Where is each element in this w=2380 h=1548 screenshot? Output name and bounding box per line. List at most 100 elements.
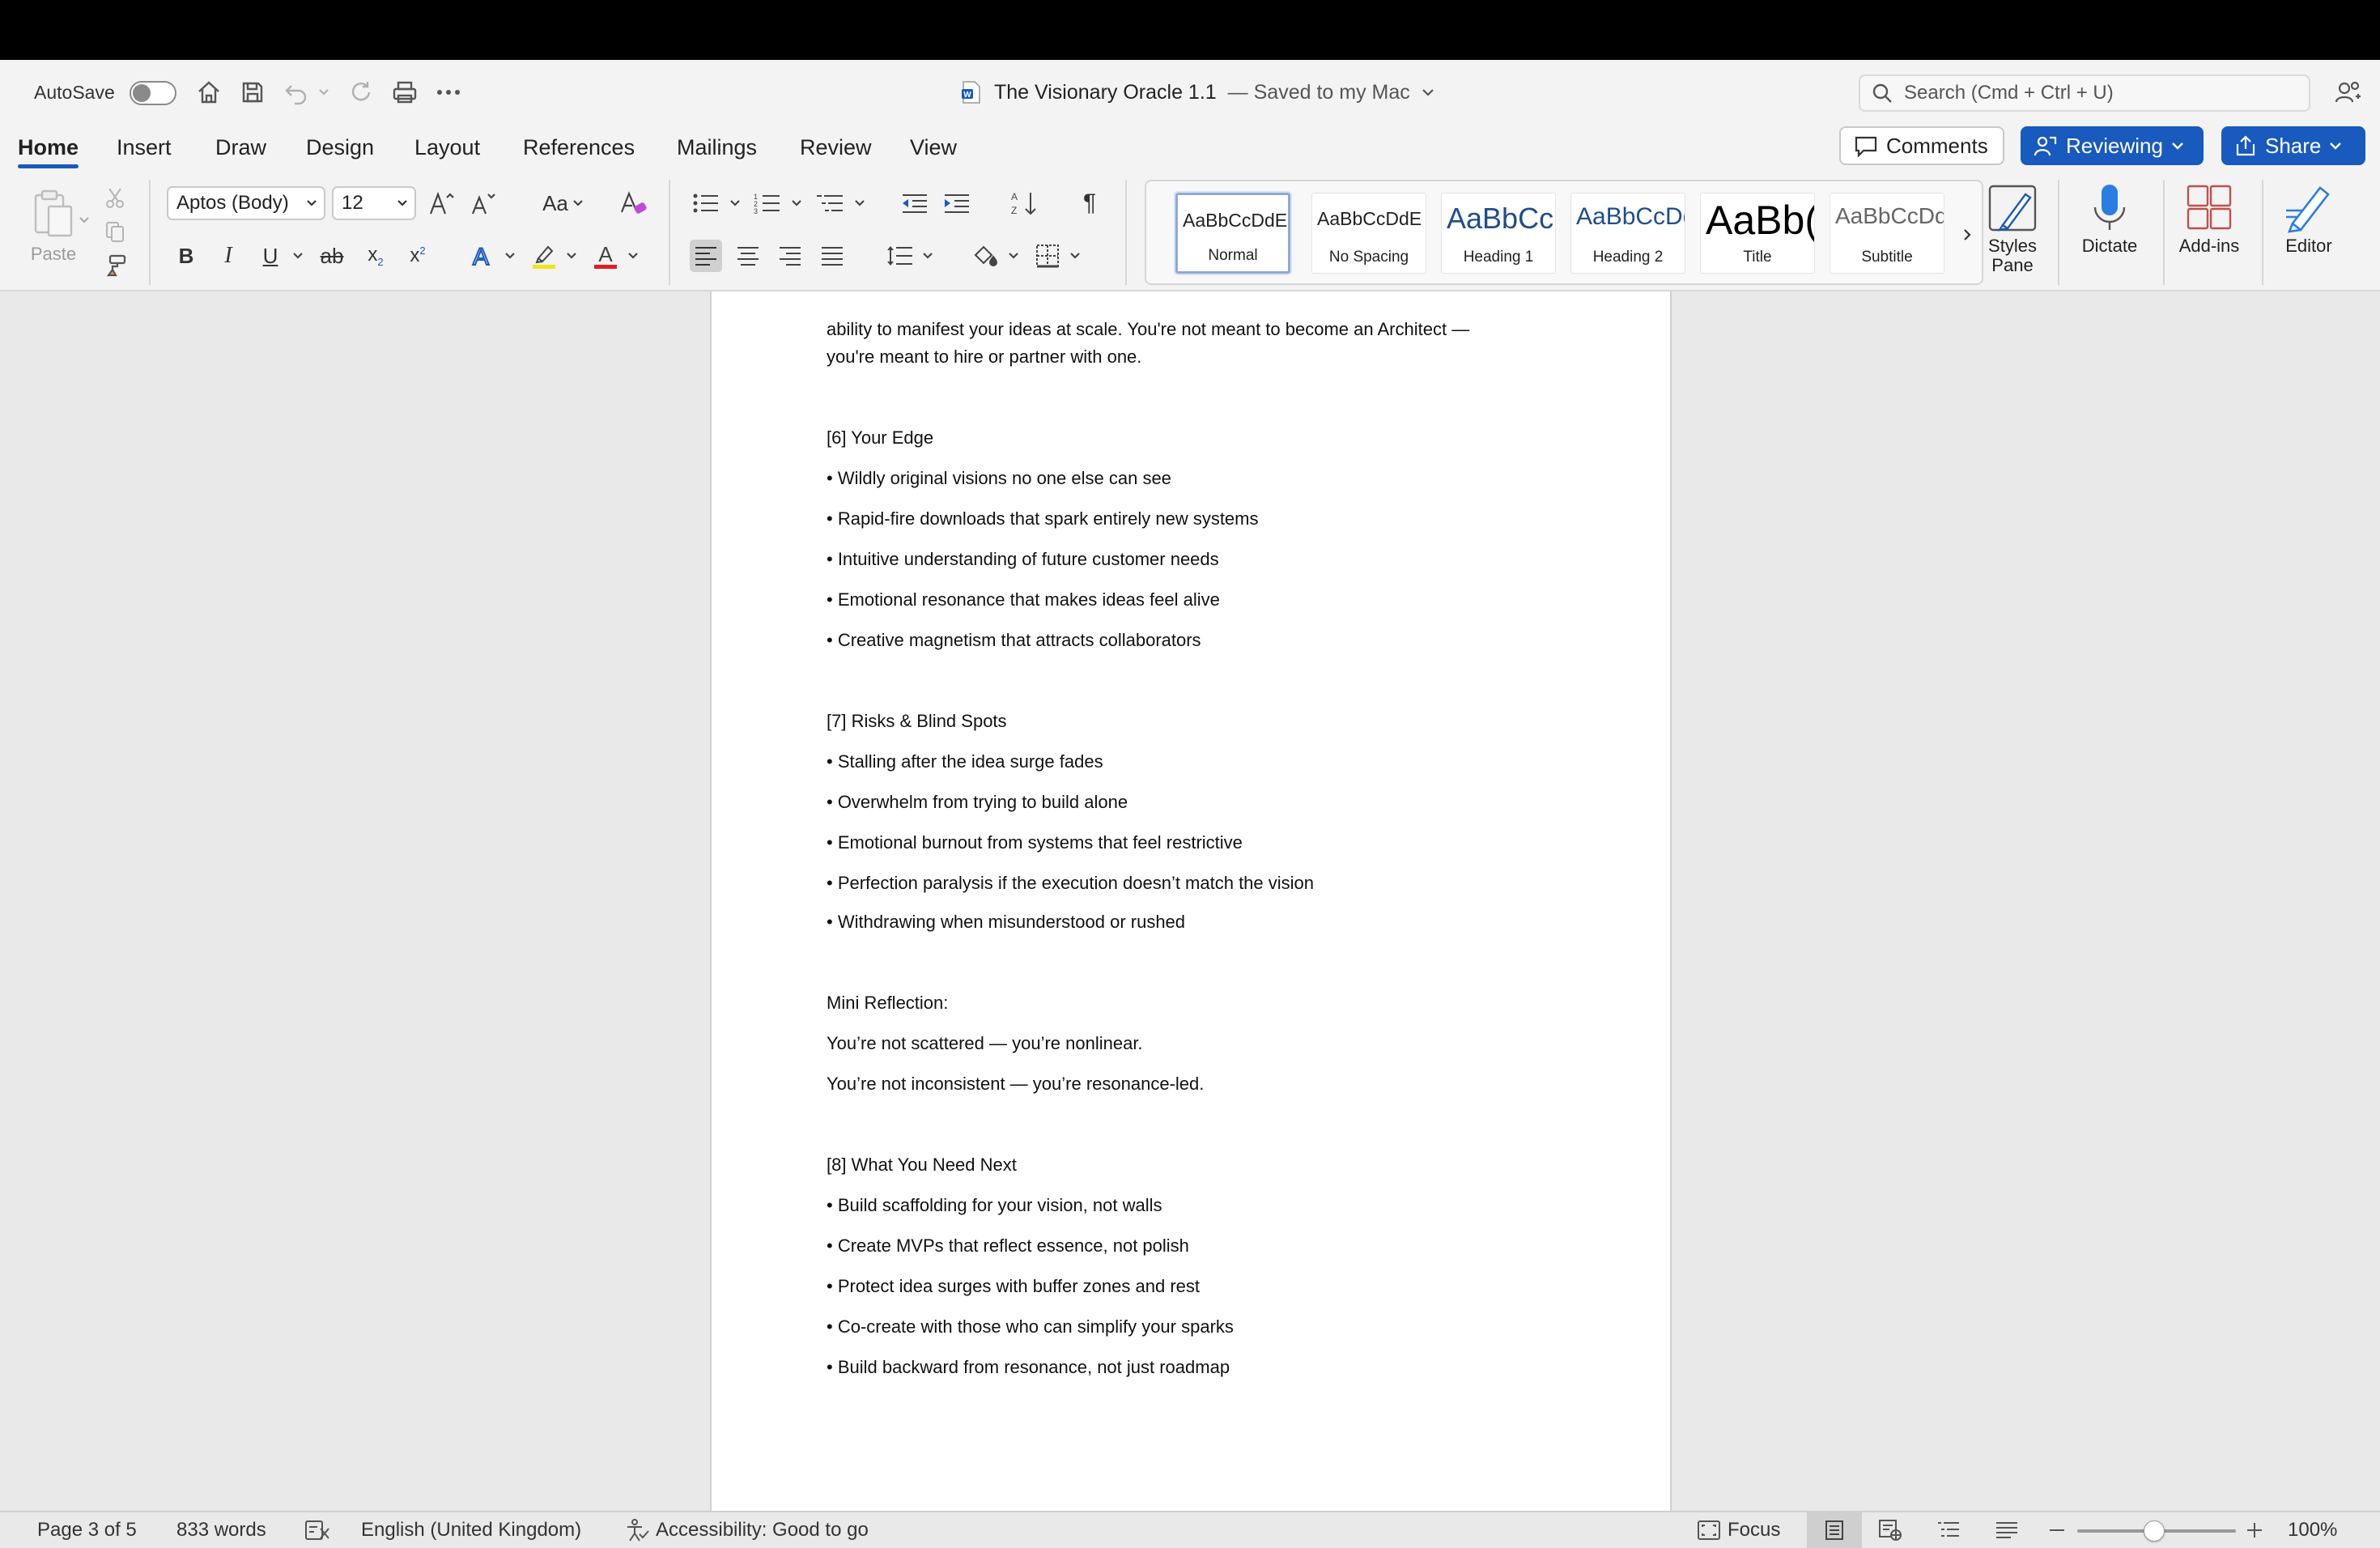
text-effects-chevron-down-icon[interactable]	[504, 240, 516, 272]
outline-view-icon[interactable]	[1936, 1512, 1961, 1548]
subscript-icon[interactable]: x2	[359, 240, 392, 272]
clear-formatting-icon[interactable]	[617, 187, 649, 219]
show-formatting-marks-icon[interactable]: ¶	[1073, 187, 1106, 219]
more-options-icon[interactable]	[432, 76, 465, 108]
dictate-button[interactable]: Dictate	[2072, 183, 2147, 256]
zoom-in-icon[interactable]	[2246, 1512, 2263, 1548]
document-title[interactable]: W The Visionary Oracle 1.1 — Saved to my…	[960, 60, 1434, 125]
tab-references[interactable]: References	[523, 131, 635, 167]
copy-icon[interactable]	[99, 215, 131, 248]
web-layout-view-icon[interactable]	[1878, 1512, 1902, 1548]
styles-pane-button[interactable]: Styles Pane	[1982, 183, 2043, 275]
highlight-chevron-down-icon[interactable]	[565, 240, 578, 272]
underline-icon[interactable]: U	[254, 240, 287, 272]
share-button[interactable]: Share	[2221, 126, 2365, 165]
share-people-icon[interactable]	[2331, 76, 2364, 108]
style-heading-1[interactable]: AaBbCc Heading 1	[1441, 193, 1556, 274]
paste-options-chevron-icon[interactable]	[78, 204, 91, 236]
tab-mailings[interactable]: Mailings	[677, 131, 757, 167]
undo-options-chevron-icon[interactable]	[312, 76, 335, 108]
font-size-select[interactable]: 12	[332, 186, 416, 220]
focus-mode-button[interactable]: Focus	[1697, 1512, 1780, 1548]
underline-chevron-down-icon[interactable]	[291, 240, 304, 272]
italic-icon[interactable]: I	[212, 240, 244, 272]
autosave-toggle[interactable]	[130, 81, 176, 105]
print-layout-view-icon[interactable]	[1807, 1512, 1862, 1548]
tab-draw[interactable]: Draw	[215, 131, 266, 167]
strikethrough-icon[interactable]: ab	[316, 240, 348, 272]
style-name: Heading 2	[1592, 249, 1664, 266]
redo-icon[interactable]	[345, 76, 377, 108]
style-title[interactable]: AaBb( Title	[1700, 193, 1815, 274]
align-left-icon[interactable]	[690, 240, 722, 272]
tab-design[interactable]: Design	[306, 131, 374, 167]
style-normal[interactable]: AaBbCcDdE Normal	[1174, 191, 1292, 275]
line-spacing-chevron-down-icon[interactable]	[921, 240, 934, 272]
font-name-chevron-down-icon	[306, 194, 317, 212]
multilevel-chevron-down-icon[interactable]	[853, 187, 866, 219]
tab-insert[interactable]: Insert	[117, 131, 172, 167]
list-item: • Creative magnetism that attracts colla…	[827, 630, 1201, 650]
change-case-chevron-down-icon[interactable]	[572, 187, 584, 219]
sort-icon[interactable]: AZ	[1009, 187, 1041, 219]
zoom-level[interactable]: 100%	[2288, 1512, 2337, 1548]
save-icon[interactable]	[236, 76, 269, 108]
share-label: Share	[2265, 133, 2322, 158]
page-count[interactable]: Page 3 of 5	[37, 1512, 137, 1548]
borders-icon[interactable]	[1031, 240, 1064, 272]
bullets-chevron-down-icon[interactable]	[729, 187, 742, 219]
tab-layout[interactable]: Layout	[414, 131, 480, 167]
bullets-icon[interactable]	[690, 187, 722, 219]
increase-indent-icon[interactable]	[941, 187, 973, 219]
zoom-out-icon[interactable]	[2048, 1512, 2066, 1548]
font-color-icon[interactable]: A	[589, 240, 622, 272]
proofing-icon[interactable]	[304, 1512, 330, 1548]
numbering-chevron-down-icon[interactable]	[790, 187, 803, 219]
format-painter-icon[interactable]	[99, 249, 131, 282]
style-subtitle[interactable]: AaBbCcDd Subtitle	[1830, 193, 1944, 274]
word-count[interactable]: 833 words	[176, 1512, 266, 1548]
borders-chevron-down-icon[interactable]	[1069, 240, 1082, 272]
line-spacing-icon[interactable]	[884, 240, 916, 272]
font-name-select[interactable]: Aptos (Body)	[167, 186, 325, 220]
numbering-icon[interactable]: 123	[751, 187, 784, 219]
reviewing-button[interactable]: Reviewing	[2021, 126, 2204, 165]
text-effects-icon[interactable]: A	[465, 240, 497, 272]
home-icon[interactable]	[193, 76, 225, 108]
svg-text:A: A	[598, 242, 613, 266]
highlight-color-icon[interactable]	[528, 240, 560, 272]
cut-icon[interactable]	[99, 181, 131, 214]
addins-button[interactable]: Add-ins	[2174, 183, 2244, 256]
editor-button[interactable]: Editor	[2275, 183, 2343, 256]
style-heading-2[interactable]: AaBbCcDd Heading 2	[1570, 193, 1685, 274]
align-center-icon[interactable]	[732, 240, 764, 272]
align-right-icon[interactable]	[774, 240, 806, 272]
zoom-slider-thumb[interactable]	[2144, 1520, 2165, 1542]
tab-review[interactable]: Review	[800, 131, 872, 167]
decrease-indent-icon[interactable]	[899, 187, 931, 219]
draft-view-icon[interactable]	[1995, 1512, 2019, 1548]
style-no-spacing[interactable]: AaBbCcDdE No Spacing	[1311, 193, 1426, 274]
undo-icon[interactable]	[280, 76, 312, 108]
print-icon[interactable]	[389, 76, 421, 108]
justify-icon[interactable]	[816, 240, 848, 272]
accessibility-status[interactable]: Accessibility: Good to go	[625, 1512, 869, 1548]
paste-button[interactable]: Paste	[23, 186, 84, 267]
tab-home[interactable]: Home	[18, 131, 79, 168]
document-page[interactable]: ability to manifest your ideas at scale.…	[710, 291, 1672, 1511]
tab-view[interactable]: View	[910, 131, 957, 167]
shading-chevron-down-icon[interactable]	[1007, 240, 1020, 272]
font-color-chevron-down-icon[interactable]	[627, 240, 640, 272]
svg-text:A: A	[473, 244, 489, 269]
shrink-font-icon[interactable]	[468, 187, 500, 219]
comments-button[interactable]: Comments	[1839, 126, 2004, 165]
superscript-icon[interactable]: x2	[402, 240, 434, 272]
bold-icon[interactable]: B	[170, 240, 202, 272]
styles-more-chevron-right-icon[interactable]	[1956, 219, 1978, 251]
language-status[interactable]: English (United Kingdom)	[361, 1512, 581, 1548]
search-input[interactable]: Search (Cmd + Ctrl + U)	[1859, 74, 2310, 112]
multilevel-list-icon[interactable]	[814, 187, 847, 219]
shading-icon[interactable]	[970, 240, 1002, 272]
status-bar: Page 3 of 5 833 words English (United Ki…	[0, 1511, 2380, 1548]
grow-font-icon[interactable]	[426, 187, 458, 219]
